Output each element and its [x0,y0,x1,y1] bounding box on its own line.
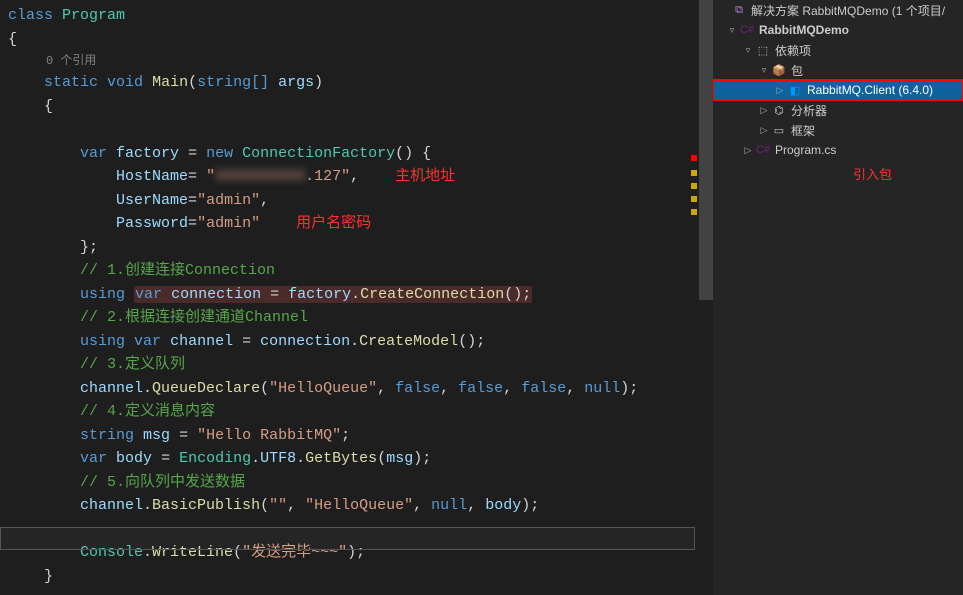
expand-icon[interactable] [717,3,731,17]
scrollbar-thumb[interactable] [699,0,713,300]
code-line: }; [8,236,705,260]
expand-icon[interactable]: ▷ [757,103,771,117]
code-line [8,518,705,542]
annotation-host: 主机地址 [395,168,455,185]
item-icon: C# [739,22,755,38]
solution-icon: ⧉ [731,2,747,18]
solution-explorer[interactable]: ⧉ 解决方案 RabbitMQDemo (1 个项目/ ▿C#RabbitMQD… [713,0,963,595]
code-line: UserName="admin", [8,189,705,213]
tree-item[interactable]: ▷C# Program.cs [713,140,963,160]
code-line [8,118,705,142]
code-line: var factory = new ConnectionFactory() { [8,142,705,166]
code-line: // 5.向队列中发送数据 [8,471,705,495]
tree-item[interactable]: ▷▭框架 [713,120,963,140]
solution-root[interactable]: ⧉ 解决方案 RabbitMQDemo (1 个项目/ [713,0,963,20]
tree-item[interactable]: ▿📦包 [713,60,963,80]
code-line: // 1.创建连接Connection [8,259,705,283]
code-line: Console.WriteLine("发送完毕~~~"); [8,541,705,565]
item-icon: C# [755,142,771,158]
item-icon: ⬚ [755,42,771,58]
tree-item[interactable]: ▷◧ RabbitMQ.Client (6.4.0) [713,80,963,100]
code-line: var body = Encoding.UTF8.GetBytes(msg); [8,447,705,471]
code-editor[interactable]: class Program { 0 个引用 static void Main(s… [0,0,713,595]
code-line: using var channel = connection.CreateMod… [8,330,705,354]
expand-icon[interactable]: ▷ [757,123,771,137]
code-line: channel.QueueDeclare("HelloQueue", false… [8,377,705,401]
code-line: // 3.定义队列 [8,353,705,377]
item-label: 依赖项 [775,42,811,59]
editor-scrollbar[interactable] [699,0,713,595]
reference-hint[interactable]: 0 个引用 [8,51,705,71]
tree-item[interactable]: ▿C# RabbitMQDemo [713,20,963,40]
code-line: class Program [8,4,705,28]
item-label: 框架 [791,122,815,139]
code-line: { [8,95,705,119]
code-line: // 2.根据连接创建通道Channel [8,306,705,330]
code-line: } [8,565,705,589]
code-line: string msg = "Hello RabbitMQ"; [8,424,705,448]
item-label: Program.cs [775,143,836,157]
code-line: static void Main(string[] args) [8,71,705,95]
tree-item[interactable]: ▿⬚依赖项 [713,40,963,60]
expand-icon[interactable]: ▿ [725,23,739,37]
code-line: { [8,28,705,52]
expand-icon[interactable]: ▿ [741,43,755,57]
code-line: HostName= "XXXXXXXXXX.127", 主机地址 [8,165,705,189]
item-icon: ⌬ [771,102,787,118]
code-line: // 4.定义消息内容 [8,400,705,424]
solution-title: 解决方案 RabbitMQDemo (1 个项目/ [751,2,945,19]
annotation-credentials: 用户名密码 [296,215,371,232]
item-label: 包 [791,62,803,79]
tree-item[interactable]: ▷⌬分析器 [713,100,963,120]
annotation-import: 引入包 [713,164,963,183]
gutter-marks [691,0,697,595]
code-line: using var connection = factory.CreateCon… [8,283,705,307]
item-icon: ◧ [787,82,803,98]
item-icon: 📦 [771,62,787,78]
item-label: 分析器 [791,102,827,119]
item-label: RabbitMQ.Client (6.4.0) [807,83,933,97]
item-icon: ▭ [771,122,787,138]
item-label: RabbitMQDemo [759,23,849,37]
expand-icon[interactable]: ▿ [757,63,771,77]
expand-icon[interactable]: ▷ [741,143,755,157]
code-line: channel.BasicPublish("", "HelloQueue", n… [8,494,705,518]
code-line: Password="admin" 用户名密码 [8,212,705,236]
expand-icon[interactable]: ▷ [773,83,787,97]
